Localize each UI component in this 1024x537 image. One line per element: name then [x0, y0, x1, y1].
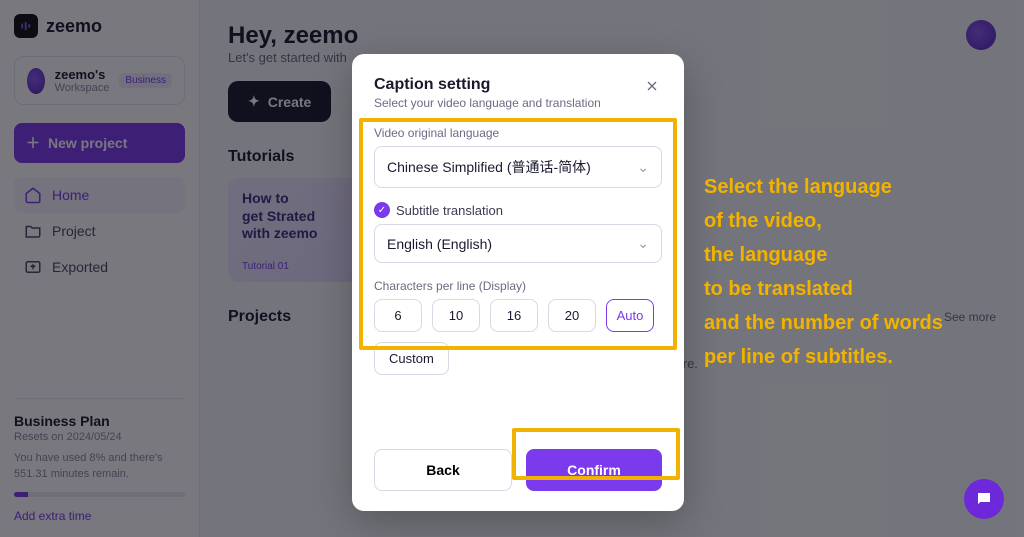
annotation-text: Select the language of the video, the la…: [704, 170, 1004, 374]
checkmark-icon[interactable]: ✓: [374, 202, 390, 218]
chars-per-line-chip[interactable]: 10: [432, 299, 480, 332]
original-language-select[interactable]: Chinese Simplified (普通话-简体) ⌄: [374, 146, 662, 188]
modal-title: Caption setting: [374, 76, 601, 94]
annotation-line: the language: [704, 238, 1004, 272]
translation-language-value: English (English): [387, 236, 492, 252]
annotation-line: per line of subtitles.: [704, 340, 1004, 374]
close-button[interactable]: [642, 76, 662, 96]
caption-setting-modal: Caption setting Select your video langua…: [352, 54, 684, 511]
chars-per-line-options: 6 10 16 20 Auto Custom: [374, 299, 662, 375]
chars-per-line-chip[interactable]: 6: [374, 299, 422, 332]
chars-per-line-label: Characters per line (Display): [374, 279, 662, 293]
modal-subtitle: Select your video language and translati…: [374, 96, 601, 110]
translation-language-select[interactable]: English (English) ⌄: [374, 224, 662, 263]
subtitle-translation-label: Subtitle translation: [396, 203, 503, 218]
confirm-button[interactable]: Confirm: [526, 449, 662, 491]
chat-fab[interactable]: [964, 479, 1004, 519]
original-language-label: Video original language: [374, 126, 662, 140]
chars-per-line-chip[interactable]: 20: [548, 299, 596, 332]
chevron-down-icon: ⌄: [637, 159, 649, 176]
back-button[interactable]: Back: [374, 449, 512, 491]
chars-per-line-chip[interactable]: 16: [490, 299, 538, 332]
chevron-down-icon: ⌄: [637, 235, 649, 252]
chars-per-line-chip[interactable]: Custom: [374, 342, 449, 375]
annotation-line: and the number of words: [704, 306, 1004, 340]
annotation-line: of the video,: [704, 204, 1004, 238]
chars-per-line-chip[interactable]: Auto: [606, 299, 654, 332]
annotation-line: Select the language: [704, 170, 1004, 204]
annotation-line: to be translated: [704, 272, 1004, 306]
original-language-value: Chinese Simplified (普通话-简体): [387, 157, 591, 177]
